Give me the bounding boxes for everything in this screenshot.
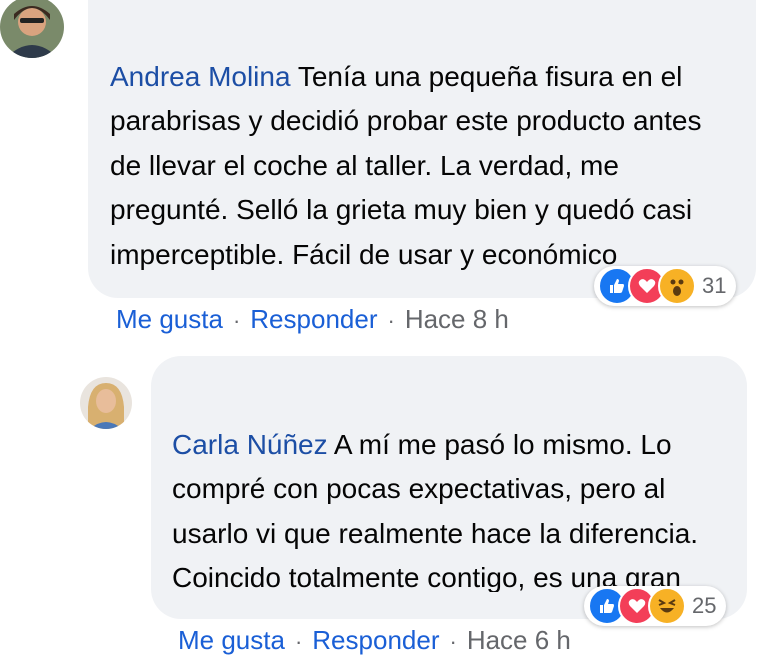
reaction-summary[interactable]: 31 bbox=[594, 266, 737, 306]
reaction-count: 31 bbox=[702, 273, 727, 298]
separator-dot: · bbox=[449, 629, 457, 654]
haha-icon bbox=[648, 587, 686, 625]
timestamp[interactable]: Hace 6 h bbox=[467, 625, 571, 655]
comment-author[interactable]: Carla Núñez bbox=[172, 429, 328, 460]
comment-actions: Me gusta · Responder · Hace 8 h bbox=[116, 304, 509, 335]
avatar[interactable] bbox=[80, 377, 132, 429]
reply-button[interactable]: Responder bbox=[250, 304, 377, 334]
reaction-count: 25 bbox=[692, 593, 717, 618]
comment-author[interactable]: Andrea Molina bbox=[110, 61, 291, 92]
like-button[interactable]: Me gusta bbox=[116, 304, 223, 334]
reply-button[interactable]: Responder bbox=[312, 625, 439, 655]
separator-dot: · bbox=[387, 308, 395, 333]
comment-actions: Me gusta · Responder · Hace 6 h bbox=[178, 625, 571, 656]
avatar[interactable] bbox=[0, 0, 64, 58]
separator-dot: · bbox=[294, 629, 303, 654]
like-button[interactable]: Me gusta bbox=[178, 625, 285, 655]
comment-text: Carla Núñez A mí me pasó lo mismo. Lo co… bbox=[172, 378, 732, 593]
reaction-summary[interactable]: 25 bbox=[584, 586, 727, 626]
timestamp[interactable]: Hace 8 h bbox=[405, 304, 509, 334]
separator-dot: · bbox=[232, 308, 241, 333]
wow-icon bbox=[658, 267, 696, 305]
comment-text: Andrea Molina Tenía una pequeña fisura e… bbox=[110, 10, 740, 277]
